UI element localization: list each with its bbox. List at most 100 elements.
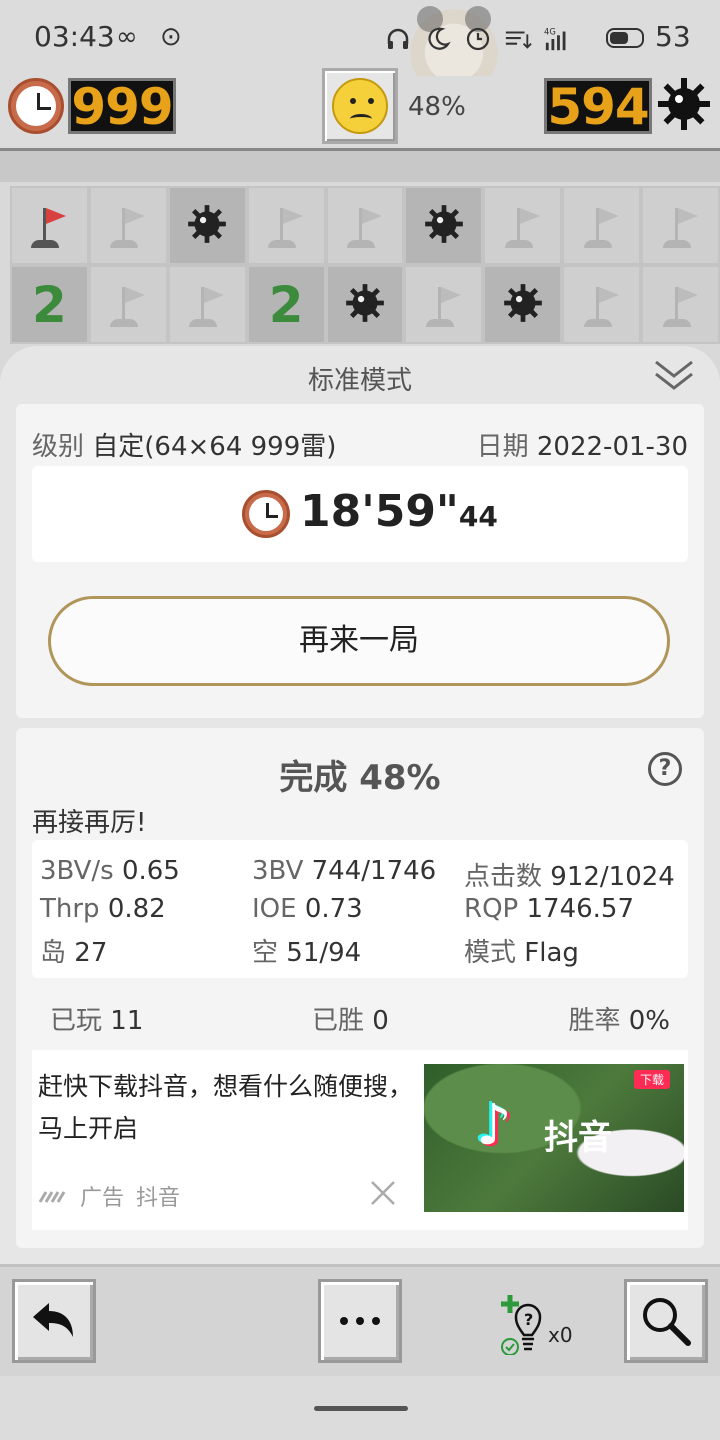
cell-hidden[interactable] <box>641 186 720 265</box>
flag-icon <box>661 283 701 327</box>
stat-item: 岛 27 <box>40 932 107 969</box>
flag-icon <box>582 283 622 327</box>
cell-hidden[interactable] <box>88 186 168 265</box>
minefield-grid[interactable]: 22 <box>10 186 720 344</box>
cell-mine[interactable] <box>325 265 405 344</box>
help-icon[interactable]: ? <box>648 752 682 786</box>
stat-value: 1746.57 <box>526 894 635 924</box>
stat-value: 27 <box>74 938 108 968</box>
stat-value: 0.73 <box>304 894 363 924</box>
ad-tag-row: 广告 抖音 <box>38 1180 180 1212</box>
stat-value: 51/94 <box>286 938 362 968</box>
game-header: 999 48% 594 <box>0 68 720 152</box>
date-label: 日期 <box>476 432 529 462</box>
signal-label: 4G <box>544 26 556 36</box>
magnifier-icon <box>643 1298 691 1346</box>
sad-face-icon <box>332 78 388 134</box>
date-info: 日期 2022-01-30 <box>477 426 688 463</box>
cell-hidden[interactable] <box>88 265 168 344</box>
hint-button[interactable]: ? x0 <box>500 1293 580 1356</box>
stat-value: Flag <box>524 938 579 968</box>
dnd-icon <box>424 25 452 53</box>
svg-text:?: ? <box>524 1310 533 1329</box>
elapsed-time-ms: 44 <box>458 500 498 533</box>
completion-label: 完成 <box>279 758 348 798</box>
stat-label: 岛 <box>40 938 67 968</box>
cell-hidden[interactable] <box>562 186 642 265</box>
cell-hidden[interactable] <box>167 265 247 344</box>
stat-item: IOE 0.73 <box>252 894 363 924</box>
replay-button[interactable]: 再来一局 <box>48 596 670 686</box>
ad-image-brand: 抖音 <box>544 1118 612 1158</box>
search-button[interactable] <box>624 1279 708 1363</box>
undo-button[interactable] <box>12 1279 96 1363</box>
status-bar: 03:43 ∞ ⊙ 4G 53 <box>0 0 720 96</box>
timer-clock-icon <box>8 78 64 134</box>
stat-label: 点击数 <box>464 862 543 892</box>
stat-item: 点击数 912/1024 <box>464 856 675 893</box>
mine-icon <box>343 281 387 329</box>
cell-mine[interactable] <box>483 265 563 344</box>
stat-label: 空 <box>252 938 279 968</box>
status-right-icons: 4G <box>384 22 572 56</box>
won-value: 0 <box>372 1006 389 1036</box>
collapse-chevron-icon[interactable] <box>652 354 696 394</box>
flag-icon <box>108 204 148 248</box>
home-indicator[interactable] <box>314 1406 408 1411</box>
hint-count: x0 <box>548 1323 573 1347</box>
grid-row: 22 <box>10 265 720 344</box>
level-label: 级别 <box>32 432 85 462</box>
cell-hidden[interactable] <box>246 186 326 265</box>
sync-icon: ⊙ <box>159 22 182 52</box>
cell-hidden[interactable] <box>483 186 563 265</box>
infinity-icon: ∞ <box>116 22 138 52</box>
cell-flagged[interactable] <box>10 186 89 265</box>
stat-label: 3BV/s <box>40 856 114 886</box>
lightbulb-hint-icon: ? <box>501 1295 542 1356</box>
cell-hidden[interactable] <box>562 265 642 344</box>
won-count: 已胜 0 <box>312 1000 389 1037</box>
flag-icon <box>266 204 306 248</box>
ad-image[interactable]: 下载 ♪ 抖音 <box>424 1064 684 1212</box>
more-button[interactable] <box>318 1279 402 1363</box>
stat-value: 0.65 <box>121 856 180 886</box>
cell-hidden[interactable] <box>404 265 484 344</box>
stats-table: 3BV/s 0.65 3BV 744/1746 点击数 912/1024 Thrp 0… <box>32 840 688 978</box>
stat-item: 3BV/s 0.65 <box>40 856 180 886</box>
cell-hidden[interactable] <box>325 186 405 265</box>
stat-item: Thrp 0.82 <box>40 894 166 924</box>
cell-number[interactable]: 2 <box>246 265 326 344</box>
rate-value: 0% <box>628 1006 670 1036</box>
date-value: 2022-01-30 <box>536 432 688 462</box>
stat-item: 模式 Flag <box>464 932 579 969</box>
flag-icon <box>345 204 385 248</box>
flag-icon <box>187 283 227 327</box>
level-info: 级别 自定(64×64 999雷) <box>32 426 336 463</box>
flag-icon <box>29 204 69 248</box>
face-button[interactable] <box>322 68 398 144</box>
ad-text: 赶快下载抖音，想看什么随便搜，马上开启 <box>38 1072 414 1143</box>
played-value: 11 <box>110 1006 144 1036</box>
system-nav-bar <box>0 1376 720 1440</box>
cell-mine[interactable] <box>404 186 484 265</box>
alarm-icon <box>464 25 492 53</box>
cell-mine[interactable] <box>167 186 247 265</box>
completion-value: 48% <box>359 758 441 798</box>
level-value: 自定(64×64 999雷) <box>92 432 337 462</box>
status-time: 03:43 <box>34 20 115 53</box>
played-count: 已玩 11 <box>50 1000 143 1037</box>
ad-close-icon[interactable] <box>368 1178 398 1208</box>
timer-display: 999 <box>68 78 176 134</box>
more-dots-icon <box>340 1317 380 1325</box>
ad-tag: 广告 <box>80 1186 125 1211</box>
bottom-toolbar: ? x0 <box>0 1264 720 1376</box>
cell-hidden[interactable] <box>641 265 720 344</box>
mine-icon <box>185 202 229 250</box>
cell-number[interactable]: 2 <box>10 265 89 344</box>
win-rate: 胜率 0% <box>568 1000 670 1037</box>
mine-counter: 594 <box>544 78 652 134</box>
ad-banner[interactable]: 赶快下载抖音，想看什么随便搜，马上开启 广告 抖音 下载 ♪ 抖音 <box>32 1050 688 1230</box>
panel-title: 标准模式 <box>307 366 412 396</box>
stat-label: 模式 <box>464 938 517 968</box>
time-box: 18'59"44 <box>32 466 688 562</box>
